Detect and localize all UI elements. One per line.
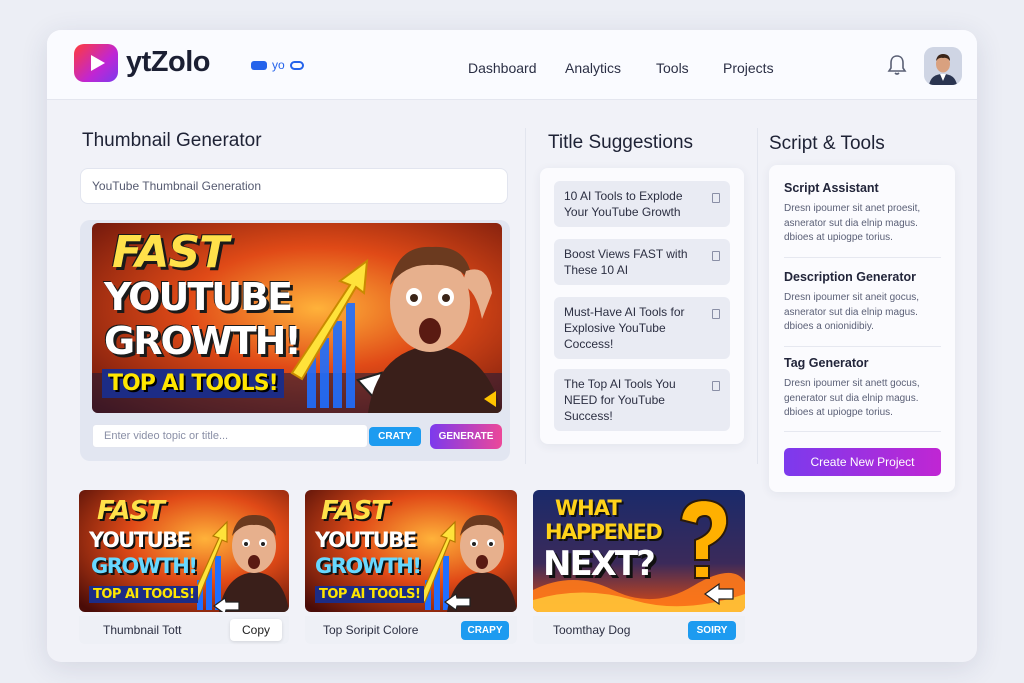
nav-projects[interactable]: Projects (723, 60, 774, 76)
gallery-2-line-4: TOP AI TOOLS! (315, 586, 425, 603)
script-tools-title: Script & Tools (769, 133, 885, 154)
title-suggestion[interactable]: The Top AI Tools You NEED for YouTube Su… (554, 369, 730, 431)
tool-name: Description Generator (784, 270, 916, 284)
title-suggestion[interactable]: Must-Have AI Tools for Explosive YouTube… (554, 297, 730, 359)
document-icon[interactable] (712, 251, 720, 261)
craft-button[interactable]: CRATY (369, 427, 421, 446)
play-logo-icon (74, 44, 118, 82)
tool-description: Dresn ipoumer sit anet proesit, asnerato… (784, 203, 921, 243)
gallery-card-label: Thumbnail Tott (103, 623, 182, 637)
gallery-card-label: Toomthay Dog (553, 623, 631, 637)
title-suggestion-text: Boost Views FAST with These 10 AI (564, 247, 688, 277)
document-icon[interactable] (712, 309, 720, 319)
gallery-thumbnail-1[interactable]: FAST YOUTUBE GROWTH! TOP AI TOOLS! (79, 490, 289, 612)
toggle-icon (289, 60, 304, 70)
tool-name: Script Assistant (784, 181, 879, 195)
avatar[interactable] (924, 47, 962, 85)
create-new-project-button[interactable]: Create New Project (784, 448, 941, 476)
document-icon[interactable] (712, 193, 720, 203)
gallery-1-line-1: FAST (97, 496, 165, 526)
tool-description: Dresn ipoumer sit aneit gocus, asnerator… (784, 292, 920, 332)
copy-button[interactable]: CRAPY (461, 621, 509, 640)
gallery-thumbnail-3[interactable]: WHAT HAPPENED NEXT? (533, 490, 745, 612)
script-tools-panel: Script Assistant Dresn ipoumer sit anet … (769, 165, 955, 492)
gallery-1-line-3: GROWTH! (91, 554, 198, 578)
title-suggestion-text: The Top AI Tools You NEED for YouTube Su… (564, 377, 676, 423)
title-suggestion[interactable]: Boost Views FAST with These 10 AI (554, 239, 730, 285)
top-bar: ytZolo yo Dashboard Analytics Tools Proj… (47, 30, 977, 100)
column-divider (757, 128, 758, 464)
video-topic-input[interactable]: Enter video topic or title... (92, 424, 368, 448)
gallery-1-line-2: YOUTUBE (89, 528, 191, 552)
column-divider (525, 128, 526, 464)
bell-icon[interactable] (887, 54, 907, 76)
gallery-card-label: Top Soripit Colore (323, 623, 419, 637)
tool-tag-generator[interactable]: Tag Generator Dresn ipoumer sit anett go… (784, 356, 941, 421)
badge: yo (251, 58, 304, 72)
topic-input-value: YouTube Thumbnail Generation (92, 179, 262, 193)
gallery-2-line-2: YOUTUBE (315, 528, 417, 552)
gallery-thumbnail-2[interactable]: FAST YOUTUBE GROWTH! TOP AI TOOLS! (305, 490, 517, 612)
hero-line-1: FAST (112, 227, 229, 278)
hero-line-2: YOUTUBE (104, 275, 293, 319)
gallery-3-line-1: WHAT (555, 496, 622, 520)
tool-name: Tag Generator (784, 356, 869, 370)
brand-name: ytZolo (126, 46, 211, 78)
nav-dashboard[interactable]: Dashboard (468, 60, 537, 76)
tool-separator (784, 346, 941, 347)
hero-line-4: TOP AI TOOLS! (102, 369, 284, 398)
tool-script-assistant[interactable]: Script Assistant Dresn ipoumer sit anet … (784, 181, 941, 246)
gallery-1-line-4: TOP AI TOOLS! (89, 586, 199, 603)
nav-analytics[interactable]: Analytics (565, 60, 621, 76)
tool-separator (784, 431, 941, 432)
tool-separator (784, 257, 941, 258)
badge-text: yo (272, 58, 285, 72)
tool-description-generator[interactable]: Description Generator Dresn ipoumer sit … (784, 270, 941, 335)
copy-button[interactable]: Copy (230, 619, 282, 641)
thumbnail-preview-panel: FAST YOUTUBE GROWTH! TOP AI TOOLS! Enter… (80, 220, 510, 461)
gallery-2-line-3: GROWTH! (315, 554, 422, 578)
title-suggestion-text: 10 AI Tools to Explode Your YouTube Grow… (564, 189, 683, 219)
gallery-3-line-2: HAPPENED (545, 520, 663, 544)
topic-input[interactable]: YouTube Thumbnail Generation (80, 168, 508, 204)
generate-button[interactable]: GENERATE (430, 424, 502, 449)
thumbnail-generator-title: Thumbnail Generator (82, 130, 262, 151)
badge-pill-icon (251, 60, 267, 70)
title-suggestions-panel: 10 AI Tools to Explode Your YouTube Grow… (540, 168, 744, 444)
gallery-2-line-1: FAST (321, 496, 389, 526)
thumbnail-preview: FAST YOUTUBE GROWTH! TOP AI TOOLS! (92, 223, 502, 413)
gallery-3-line-3: NEXT? (543, 544, 656, 584)
copy-button[interactable]: SOIRY (688, 621, 736, 640)
app-window: ytZolo yo Dashboard Analytics Tools Proj… (47, 30, 977, 662)
tool-description: Dresn ipoumer sit anett gocus, generator… (784, 378, 920, 418)
nav-tools[interactable]: Tools (656, 60, 689, 76)
hero-line-3: GROWTH! (104, 319, 302, 363)
title-suggestion-text: Must-Have AI Tools for Explosive YouTube… (564, 305, 685, 351)
document-icon[interactable] (712, 381, 720, 391)
video-topic-placeholder: Enter video topic or title... (104, 430, 229, 442)
title-suggestions-title: Title Suggestions (548, 132, 694, 153)
title-suggestion[interactable]: 10 AI Tools to Explode Your YouTube Grow… (554, 181, 730, 227)
